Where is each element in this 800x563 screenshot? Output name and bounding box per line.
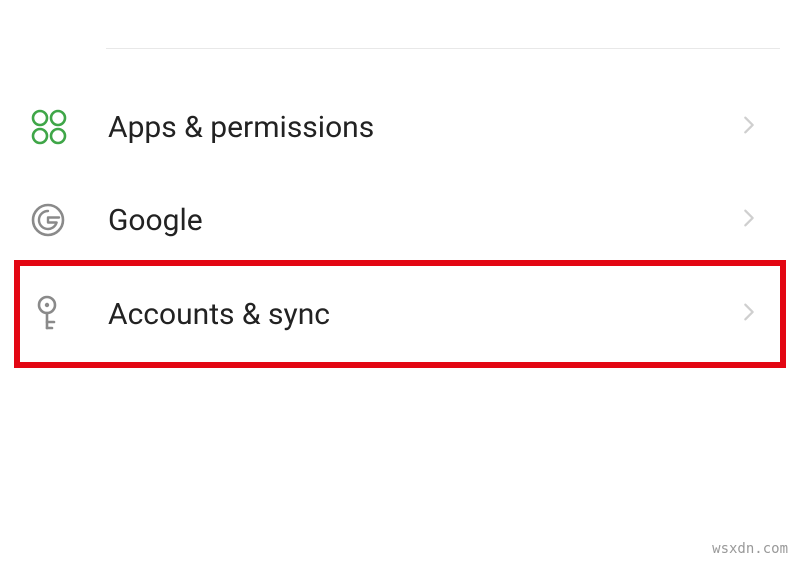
chevron-right-icon bbox=[738, 114, 760, 140]
key-icon bbox=[30, 294, 80, 334]
settings-item-apps-permissions[interactable]: Apps & permissions bbox=[20, 80, 780, 174]
chevron-right-icon bbox=[738, 207, 760, 233]
settings-item-label: Apps & permissions bbox=[80, 110, 738, 145]
settings-item-label: Google bbox=[80, 203, 738, 238]
settings-item-google[interactable]: Google bbox=[20, 174, 780, 266]
watermark-text: wsxdn.com bbox=[712, 541, 788, 557]
divider bbox=[106, 48, 780, 49]
apps-icon bbox=[30, 108, 80, 146]
settings-list: Apps & permissions Google bbox=[0, 0, 800, 368]
settings-item-accounts-sync[interactable]: Accounts & sync bbox=[14, 260, 786, 368]
google-icon bbox=[30, 202, 80, 238]
chevron-right-icon bbox=[738, 301, 760, 327]
settings-item-label: Accounts & sync bbox=[80, 297, 738, 332]
